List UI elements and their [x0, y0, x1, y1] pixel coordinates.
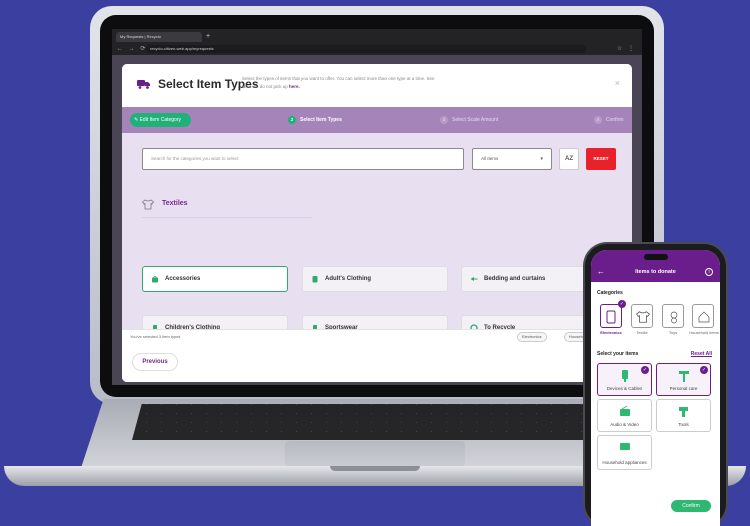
modal-description-text: Select the types of items that you want …	[242, 76, 435, 89]
step-edit-item-category[interactable]: ✎ Edit Item Category	[130, 113, 191, 127]
step-label: Edit Item Category	[139, 117, 181, 123]
item-label: Household appliances	[602, 460, 647, 465]
selection-summary-bar: You've selected 3 item types Electronics…	[122, 329, 632, 343]
new-tab-icon[interactable]: +	[206, 32, 210, 42]
modal-footer: Previous	[122, 343, 632, 382]
truck-icon	[137, 80, 150, 89]
category-label: Textile	[636, 330, 648, 335]
keyboard	[132, 404, 618, 440]
bag-icon	[152, 275, 158, 283]
phone-device-icon	[606, 310, 616, 324]
camera-icon	[644, 254, 668, 260]
step-number: 4	[594, 115, 602, 124]
shirt-icon	[636, 311, 650, 323]
hairdryer-icon	[679, 371, 689, 382]
cable-icon	[622, 370, 628, 382]
item-label: Audio & Video	[610, 422, 639, 427]
phone-title: Items to donate	[635, 269, 676, 275]
step-select-scale-amount[interactable]: 3 Select Scale Amount	[440, 113, 498, 127]
phone-header: ← Items to donate i	[591, 264, 720, 282]
teddy-bear-icon	[670, 311, 678, 324]
nav-buttons-icon[interactable]: ← → ⟳	[117, 43, 147, 55]
card-label: Bedding and curtains	[484, 276, 546, 282]
card-label: Adult's Clothing	[325, 276, 372, 282]
section-header: Textiles	[142, 196, 312, 218]
category-label: Household items	[689, 330, 719, 335]
close-icon[interactable]: ×	[615, 78, 620, 88]
confirm-button[interactable]: Confirm	[671, 500, 711, 512]
select-item-types-modal: Select Item Types Select the types of it…	[122, 64, 632, 382]
microwave-icon	[620, 443, 630, 450]
step-confirm[interactable]: 4 Confirm	[594, 113, 624, 127]
check-icon: ✓	[700, 366, 708, 374]
category-search-input[interactable]: Search for the categories you want to se…	[142, 148, 464, 170]
select-items-label: Select your items	[597, 351, 639, 357]
check-icon: ✓	[618, 300, 626, 308]
info-icon[interactable]: i	[705, 268, 713, 276]
section-title: Textiles	[162, 200, 188, 207]
card-accessories[interactable]: Accessories	[142, 266, 288, 292]
reset-button[interactable]: RESET	[586, 148, 616, 170]
phone-status-bar	[591, 250, 720, 264]
sort-az-button[interactable]: AZ	[559, 148, 579, 170]
extensions-icon[interactable]: ☆ ⋮	[617, 43, 636, 55]
radio-icon	[620, 405, 630, 416]
clothing-icon	[312, 276, 318, 283]
category-textile[interactable]	[631, 304, 653, 328]
stepper: ✎ Edit Item Category 2 Select Item Types …	[122, 107, 632, 133]
category-label: Electronics	[600, 330, 622, 335]
browser-tab[interactable]: My Requests | Recyclo	[116, 32, 202, 42]
address-row: ← → ⟳ recyclo-citizen-web.app/myrequests…	[112, 43, 642, 55]
trackpad	[285, 441, 465, 467]
house-icon	[698, 311, 710, 323]
laptop-screen: My Requests | Recyclo + ← → ⟳ recyclo-ci…	[112, 29, 642, 385]
laptop-notch	[330, 466, 420, 471]
step-label: Confirm	[606, 117, 624, 123]
item-household-appliances[interactable]: Household appliances	[597, 435, 652, 470]
card-adults-clothing[interactable]: Adult's Clothing	[302, 266, 448, 292]
step-number: 3	[440, 115, 448, 124]
card-label: Accessories	[165, 276, 201, 282]
step-label: Select Item Types	[300, 117, 342, 123]
step-label: Select Scale Amount	[452, 117, 499, 123]
modal-description: Select the types of items that you want …	[242, 75, 442, 91]
item-label: Tools	[678, 422, 689, 427]
chevron-down-icon: ▾	[540, 156, 543, 162]
item-label: Personal care	[669, 386, 698, 391]
phone-screen: ← Items to donate i Categories ✓ Electro…	[591, 250, 720, 526]
modal-content: Search for the categories you want to se…	[122, 133, 632, 351]
item-audio-video[interactable]: Audio & Video	[597, 399, 652, 432]
browser-chrome: My Requests | Recyclo + ← → ⟳ recyclo-ci…	[112, 29, 642, 55]
item-label: Devices & Cables	[606, 386, 643, 391]
not-picked-up-link[interactable]: here.	[289, 84, 300, 89]
selection-count-text: You've selected 3 item types	[130, 334, 181, 339]
modal-header: Select Item Types Select the types of it…	[122, 64, 632, 107]
categories-label: Categories	[597, 290, 623, 296]
item-tools[interactable]: Tools	[656, 399, 711, 432]
reset-all-link[interactable]: Reset All	[691, 351, 712, 357]
shirt-icon	[142, 199, 154, 210]
step-select-item-types[interactable]: 2 Select Item Types	[288, 113, 342, 127]
category-electronics[interactable]	[600, 304, 622, 328]
category-label: Toys	[668, 330, 678, 335]
bedding-icon	[470, 277, 478, 281]
previous-button[interactable]: Previous	[132, 353, 178, 371]
selected-chip[interactable]: Electronics	[517, 332, 547, 342]
category-toys[interactable]	[662, 304, 684, 328]
step-number: 2	[288, 115, 296, 124]
check-icon: ✓	[641, 366, 649, 374]
drill-icon	[679, 407, 688, 417]
address-bar[interactable]: recyclo-citizen-web.app/myrequests	[146, 45, 586, 53]
category-household[interactable]	[692, 304, 714, 328]
item-filter-select[interactable]: All Items ▾	[472, 148, 552, 170]
select-value: All Items	[481, 156, 499, 161]
